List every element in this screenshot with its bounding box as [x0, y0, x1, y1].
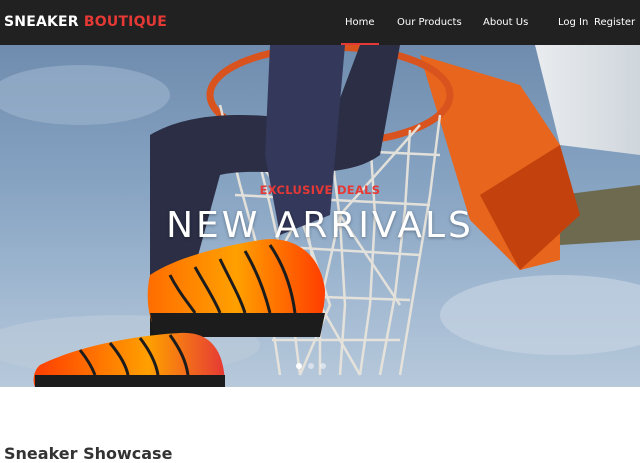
nav-links: Home Our Products About Us Log In Regist… [0, 0, 640, 45]
nav-log-in[interactable]: Log In [558, 17, 588, 28]
carousel-dot-2[interactable] [308, 363, 314, 369]
nav-register[interactable]: Register [594, 17, 635, 28]
carousel-dot-3[interactable] [320, 363, 326, 369]
hero-carousel[interactable]: EXCLUSIVE DEALS NEW ARRIVALS [0, 45, 640, 387]
carousel-dot-1[interactable] [296, 363, 302, 369]
navbar: SNEAKER BOUTIQUE Home Our Products About… [0, 0, 640, 45]
nav-home[interactable]: Home [341, 17, 379, 45]
section-title: Sneaker Showcase [4, 444, 173, 463]
carousel-indicators [296, 363, 326, 369]
hero-title: NEW ARRIVALS [166, 205, 474, 246]
nav-about-us[interactable]: About Us [483, 17, 528, 28]
nav-our-products[interactable]: Our Products [397, 17, 462, 28]
hero-subtitle: EXCLUSIVE DEALS [259, 183, 381, 197]
